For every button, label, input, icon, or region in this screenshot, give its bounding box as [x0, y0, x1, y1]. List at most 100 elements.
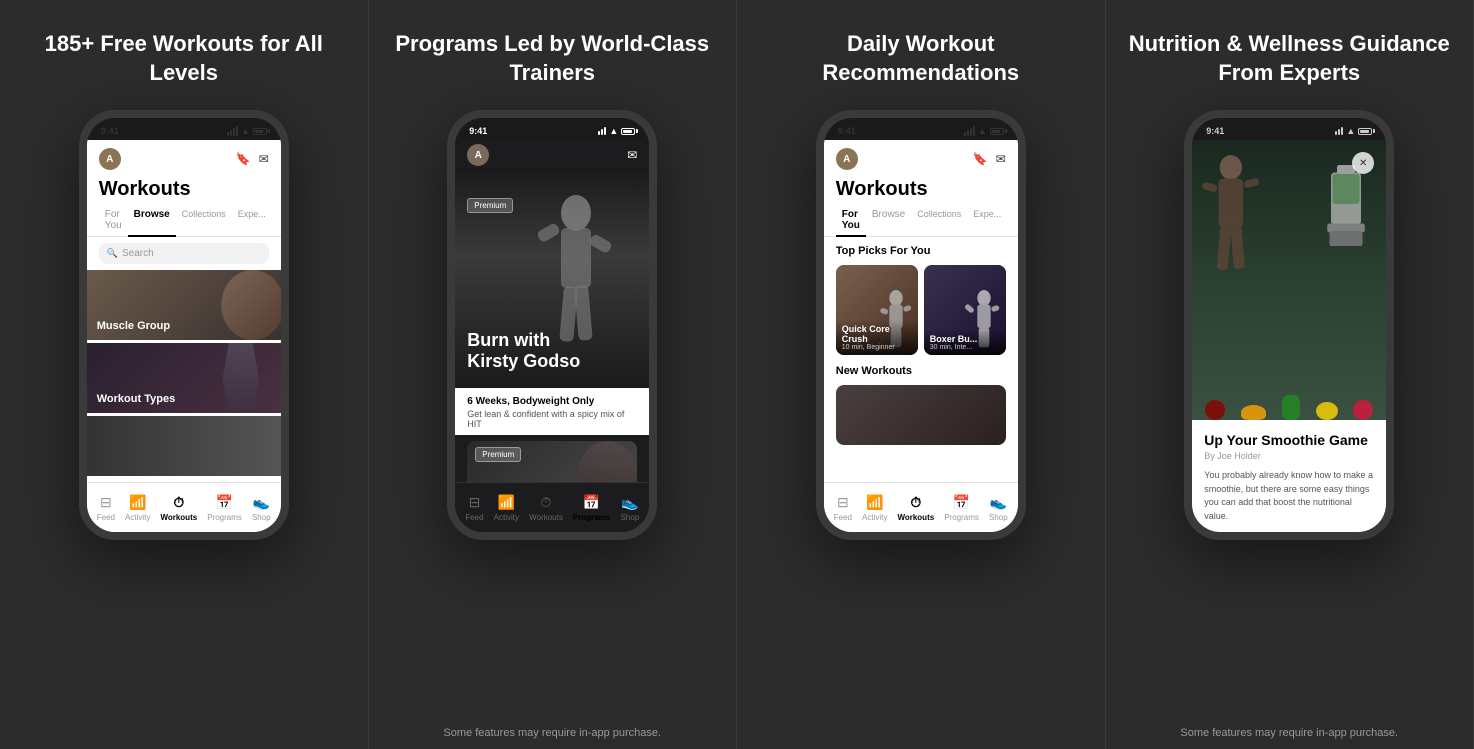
nav-programs-label-2: Programs — [573, 513, 610, 522]
nav-shop-2[interactable]: 👟 Shop — [620, 494, 639, 522]
wifi-icon-2: ▲ — [609, 126, 618, 136]
search-bar-1[interactable]: 🔍 Search — [99, 243, 269, 264]
nav-activity-label-2: Activity — [494, 513, 519, 522]
search-icon-1: 🔍 — [107, 248, 118, 259]
nav-workouts-2[interactable]: ⏱ Workouts — [529, 494, 563, 522]
panel-2-note: Some features may require in-app purchas… — [369, 727, 737, 739]
mail-icon-3[interactable]: ✉ — [996, 152, 1006, 166]
tab-collections-3[interactable]: Collections — [911, 205, 967, 237]
article-byline: By Joe Holder — [1204, 451, 1374, 461]
tabs-1: For You Browse Collections Expe... — [87, 205, 281, 237]
tab-for-you-1[interactable]: For You — [99, 205, 128, 237]
nav-feed-3[interactable]: ⊟ Feed — [834, 494, 852, 522]
pick-1-sub: 10 min, Beginner — [842, 344, 912, 351]
wifi-icon-4: ▲ — [1346, 126, 1355, 136]
nutrition-article: Up Your Smoothie Game By Joe Holder You … — [1192, 420, 1386, 532]
article-body: You probably already know how to make a … — [1204, 469, 1374, 532]
tab-browse-3[interactable]: Browse — [866, 205, 911, 237]
pick-card-1[interactable]: Quick Core Crush 10 min, Beginner — [836, 265, 918, 355]
nav-activity-label-3: Activity — [862, 513, 887, 522]
time-4: 9:41 — [1206, 126, 1224, 136]
nav-shop-3[interactable]: 👟 Shop — [989, 494, 1008, 522]
top-picks-section: Top Picks For You — [824, 237, 1018, 359]
battery-icon-1 — [253, 128, 267, 135]
signal-icon-2 — [598, 127, 606, 135]
new-workout-card[interactable] — [836, 385, 1006, 445]
workouts-icon-1: ⏱ — [173, 494, 184, 511]
screen-2: A ✉ Premium Burn with Kirsty Go — [455, 140, 649, 532]
mail-icon-2[interactable]: ✉ — [627, 148, 637, 162]
feed-icon-2: ⊟ — [469, 494, 481, 511]
nav-activity-2[interactable]: 📶 Activity — [494, 494, 519, 522]
nav-feed-2[interactable]: ⊟ Feed — [465, 494, 483, 522]
shop-icon-1: 👟 — [253, 494, 270, 511]
program-title-text: Burn with Kirsty Godso — [467, 330, 580, 372]
nav-programs-3[interactable]: 📅 Programs — [944, 494, 979, 522]
nav-feed-1[interactable]: ⊟ Feed — [97, 494, 115, 522]
nav-programs-1[interactable]: 📅 Programs — [207, 494, 242, 522]
screen-4: ✕ Up Your Smoothie Game By Joe Holder Yo… — [1192, 140, 1386, 532]
nav-programs-2[interactable]: 📅 Programs — [573, 494, 610, 522]
nav-workouts-1[interactable]: ⏱ Workouts — [160, 494, 197, 522]
phone-2: 9:41 ▲ A ✉ — [447, 110, 657, 540]
avatar-2: A — [467, 144, 489, 166]
programs-icon-2: 📅 — [583, 494, 600, 511]
signal-icon-4 — [1335, 127, 1343, 135]
bookmark-icon-3[interactable]: 🔖 — [973, 152, 988, 166]
top-picks-title: Top Picks For You — [836, 245, 1006, 257]
panel-workouts: 185+ Free Workouts for All Levels 9:41 ▲… — [0, 0, 369, 749]
program-desc: Get lean & confident with a spicy mix of… — [467, 409, 637, 429]
bookmark-icon-1[interactable]: 🔖 — [236, 152, 251, 166]
pick-card-2[interactable]: Boxer Bu... 30 min, Inte... — [924, 265, 1006, 355]
nav-workouts-3[interactable]: ⏱ Workouts — [897, 494, 934, 522]
activity-icon-2: 📶 — [498, 494, 515, 511]
tab-for-you-3[interactable]: For You — [836, 205, 866, 237]
avatar-1: A — [99, 148, 121, 170]
tab-collections-1[interactable]: Collections — [176, 205, 232, 237]
nav-shop-label-3: Shop — [989, 513, 1008, 522]
program-hero: Premium Burn with Kirsty Godso — [455, 168, 649, 388]
battery-icon-3 — [990, 128, 1004, 135]
premium-badge-2: Premium — [475, 447, 521, 462]
nav-programs-label-1: Programs — [207, 513, 242, 522]
status-icons-2: ▲ — [598, 126, 635, 136]
shop-icon-3: 👟 — [990, 494, 1007, 511]
category-workout[interactable]: Workout Types — [87, 343, 281, 413]
category-explore[interactable] — [87, 416, 281, 476]
notch-4 — [1249, 118, 1329, 138]
pick-1-overlay: Quick Core Crush 10 min, Beginner — [836, 320, 918, 355]
time-1: 9:41 — [101, 126, 119, 136]
premium-badge-1: Premium — [467, 198, 513, 213]
notch-2 — [512, 118, 592, 138]
time-2: 9:41 — [469, 126, 487, 136]
nav-feed-label-1: Feed — [97, 513, 115, 522]
wifi-icon-1: ▲ — [241, 126, 250, 136]
category-muscle[interactable]: Muscle Group — [87, 270, 281, 340]
nav-feed-label-2: Feed — [465, 513, 483, 522]
programs-icon-1: 📅 — [216, 494, 233, 511]
time-3: 9:41 — [838, 126, 856, 136]
tab-browse-1[interactable]: Browse — [128, 205, 176, 237]
nav-activity-label-1: Activity — [125, 513, 150, 522]
activity-icon-1: 📶 — [129, 494, 146, 511]
mail-icon-1[interactable]: ✉ — [259, 152, 269, 166]
prog-header: A ✉ — [455, 140, 649, 168]
notch-3 — [881, 118, 961, 138]
nav-shop-1[interactable]: 👟 Shop — [252, 494, 271, 522]
pick-1-title: Quick Core Crush — [842, 324, 912, 344]
nav-activity-1[interactable]: 📶 Activity — [125, 494, 150, 522]
nav-shop-label-2: Shop — [620, 513, 639, 522]
tab-explore-1[interactable]: Expe... — [232, 205, 272, 237]
tab-explore-3[interactable]: Expe... — [967, 205, 1007, 237]
header-icons-1: 🔖 ✉ — [236, 152, 269, 166]
panel-nutrition: Nutrition & Wellness Guidance From Exper… — [1106, 0, 1474, 749]
workouts-icon-3: ⏱ — [910, 494, 921, 511]
app-title-3: Workouts — [824, 174, 1018, 205]
panel-3-title: Daily Workout Recommendations — [757, 30, 1085, 90]
pick-2-title: Boxer Bu... — [930, 334, 1000, 344]
program-title: Burn with Kirsty Godso — [467, 330, 580, 373]
nav-activity-3[interactable]: 📶 Activity — [862, 494, 887, 522]
panel-2-title: Programs Led by World-Class Trainers — [389, 30, 717, 90]
program-info-section: 6 Weeks, Bodyweight Only Get lean & conf… — [455, 388, 649, 435]
phone-3: 9:41 ▲ A 🔖 ✉ Workouts — [816, 110, 1026, 540]
